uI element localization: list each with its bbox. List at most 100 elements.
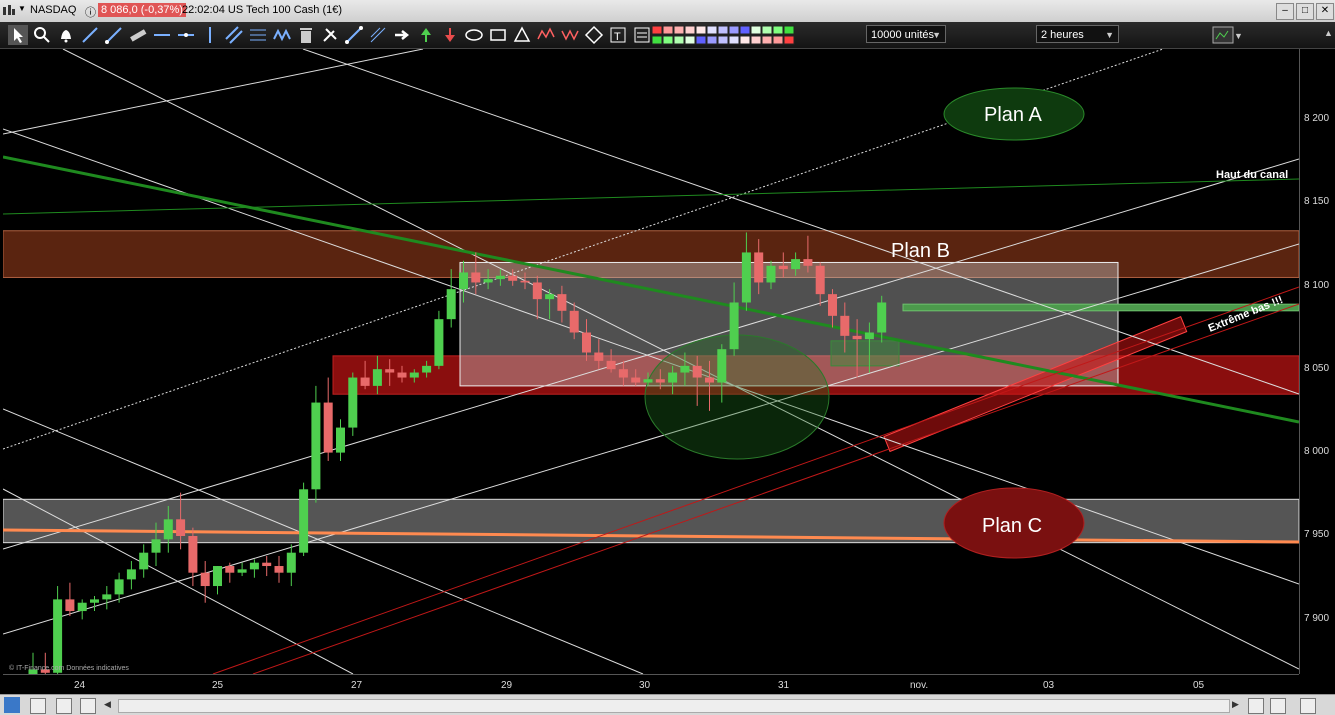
price-axis[interactable]: 8 200 8 150 8 100 8 050 8 000 7 950 7 90… [1299, 49, 1335, 674]
chevron-down-icon: ▼ [1105, 30, 1114, 40]
bull-candle [680, 365, 690, 373]
line-tool[interactable] [80, 25, 100, 45]
chevron-down-icon[interactable]: ▼ [18, 4, 26, 13]
trendline-tool[interactable] [344, 25, 364, 45]
horizontal-line-tool[interactable] [152, 25, 172, 45]
bull-candle [126, 569, 136, 580]
color-swatch [783, 25, 795, 35]
pattern-tool[interactable] [536, 25, 556, 45]
info-icon[interactable]: ⓘ [85, 4, 96, 20]
trendline-icon [345, 26, 363, 44]
ray-tool[interactable] [104, 25, 124, 45]
timeframe-select[interactable]: 2 heures ▼ [1036, 25, 1119, 43]
bull-candle [729, 302, 739, 350]
bull-candle [151, 539, 161, 553]
cursor-icon [14, 28, 23, 43]
bear-candle [520, 280, 530, 283]
fibonacci-tool[interactable] [248, 25, 268, 45]
quantity-value: 10000 unités [871, 29, 934, 41]
target-ellipse-green [644, 334, 830, 460]
vertical-line-icon [209, 27, 211, 43]
price-chart[interactable]: Plan A Plan B Plan C Haut du canal Extrême b… [3, 49, 1299, 674]
vertical-line-tool[interactable] [200, 25, 220, 45]
bull-candle [299, 489, 309, 553]
time-tick: 03 [1043, 680, 1055, 691]
channel-tool[interactable] [224, 25, 244, 45]
bear-candle [323, 402, 333, 453]
pitchfork-tool[interactable] [368, 25, 388, 45]
color-swatch [772, 35, 784, 45]
bull-candle [422, 365, 432, 373]
color-swatch [706, 35, 718, 45]
grid-icon[interactable] [80, 698, 96, 714]
scroll-left-icon[interactable]: ◀ [104, 699, 111, 710]
bear-candle [815, 265, 825, 295]
bull-candle [668, 372, 678, 383]
price-tick: 8 100 [1304, 280, 1330, 291]
svg-text:▼: ▼ [1234, 31, 1242, 41]
wave-icon [273, 28, 291, 42]
minimize-button[interactable]: – [1276, 3, 1294, 20]
fibonacci-icon [250, 29, 266, 41]
zoom-tool[interactable] [32, 25, 52, 45]
bear-candle [508, 275, 518, 281]
line-icon [82, 27, 98, 43]
window-titlebar: ▼ NASDAQ ⓘ 8 086,0 (-0,37%) 22:02:04 US … [0, 0, 1335, 23]
share-icon[interactable] [4, 697, 20, 713]
bear-candle [692, 365, 702, 378]
sell-arrow-tool[interactable] [440, 25, 460, 45]
bear-candle [618, 369, 628, 378]
time-tick: 05 [1193, 680, 1205, 691]
horizontal-scrollbar[interactable] [118, 699, 1230, 713]
pattern2-tool[interactable] [560, 25, 580, 45]
plan-c-label: Plan C [982, 515, 1042, 537]
zoom-in-icon[interactable] [1270, 698, 1286, 714]
bull-candle [483, 279, 493, 283]
color-swatch [695, 35, 707, 45]
link-icon[interactable] [30, 698, 46, 714]
tools-icon [323, 28, 337, 42]
magnifier-icon [34, 27, 50, 43]
color-palette[interactable] [651, 25, 798, 45]
close-button[interactable]: ✕ [1316, 3, 1334, 20]
bear-candle [471, 272, 481, 283]
add-indicator-button[interactable]: ▼ [1212, 25, 1243, 45]
quantity-select[interactable]: 10000 unités ▼ [866, 25, 946, 43]
triangle-icon [513, 26, 531, 42]
horizontal-line-icon [154, 34, 170, 36]
ruler-tool[interactable] [128, 25, 148, 45]
text-tool[interactable]: T [608, 25, 628, 45]
bear-candle [754, 252, 764, 283]
horizontal-ray-tool[interactable] [176, 25, 196, 45]
zoom-out-icon[interactable] [1248, 698, 1264, 714]
settings-tool[interactable] [320, 25, 340, 45]
maximize-button[interactable]: □ [1296, 3, 1314, 20]
triangle-tool[interactable] [512, 25, 532, 45]
arrow-tool[interactable] [392, 25, 412, 45]
wave-tool[interactable] [272, 25, 292, 45]
color-swatch [651, 25, 663, 35]
diamond-tool[interactable] [584, 25, 604, 45]
toolbar-collapse-icon[interactable]: ▲ [1324, 28, 1333, 38]
time-axis[interactable]: 24 25 27 29 30 31 nov. 03 05 [3, 674, 1299, 695]
arrow-up-icon [421, 28, 431, 42]
layout-icon[interactable] [56, 698, 72, 714]
ellipse-tool[interactable] [464, 25, 484, 45]
pointer-tool[interactable] [8, 25, 28, 45]
buy-arrow-tool[interactable] [416, 25, 436, 45]
scroll-right-icon[interactable]: ▶ [1232, 699, 1239, 710]
autoscale-icon[interactable] [1300, 698, 1316, 714]
bear-candle [705, 377, 714, 383]
note-icon [634, 27, 650, 43]
bear-candle [569, 310, 579, 333]
alert-tool[interactable] [56, 25, 76, 45]
chart-icon[interactable] [3, 5, 15, 17]
svg-text:T: T [614, 31, 621, 43]
note-tool[interactable] [632, 25, 652, 45]
delete-tool[interactable] [296, 25, 316, 45]
bull-candle [114, 579, 124, 595]
time-tick: 31 [778, 680, 790, 691]
extreme-bas-label: Extrême bas !!! [1207, 294, 1285, 335]
rectangle-tool[interactable] [488, 25, 508, 45]
color-swatch [673, 35, 685, 45]
